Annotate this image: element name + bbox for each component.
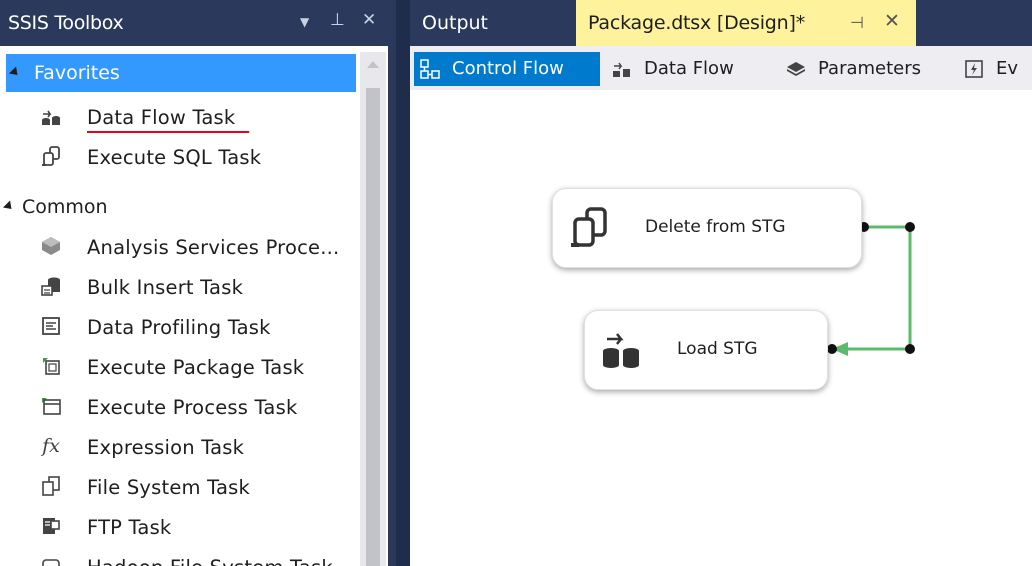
bulk-insert-icon [40,275,62,297]
connector-dot [827,344,837,354]
group-label: Common [22,196,108,218]
group-favorites[interactable]: Favorites [6,54,356,92]
toolbox-item-file-system[interactable]: File System Task [0,468,356,506]
control-flow-icon [420,59,440,79]
tab-label: Parameters [818,58,922,79]
item-label: Execute Package Task [87,356,305,379]
item-label: Data Profiling Task [87,316,271,339]
pin-icon[interactable]: ⊥ [330,10,345,30]
designer-tab-strip: Control Flow Data Flow Parameters Ev [410,46,1032,90]
expanded-triangle-icon[interactable] [2,200,16,213]
toolbox-item-analysis-services[interactable]: Analysis Services Proce... [0,228,356,266]
execute-package-icon [40,355,62,377]
toolbox-item-data-flow-task[interactable]: Data Flow Task [0,98,356,136]
item-label: Expression Task [87,436,245,459]
execute-sql-task-icon [567,205,611,249]
ftp-icon [40,515,62,537]
toolbox-item-execute-package[interactable]: Execute Package Task [0,348,356,386]
connector-dot [905,222,915,232]
toolbox-item-hadoop-file-system[interactable]: Hadoop File System Task [0,548,356,566]
toolbox-header: SSIS Toolbox ▼ ⊥ ✕ [0,0,388,46]
toolbox-item-expression[interactable]: fx Expression Task [0,428,356,466]
tab-event-handlers[interactable]: Ev [958,52,1032,86]
pin-tab-icon[interactable]: ⊣ [850,13,864,32]
data-flow-task-icon [599,327,643,371]
execute-process-icon [40,395,62,417]
close-icon[interactable]: ✕ [362,10,376,30]
group-common[interactable]: Common [0,188,356,226]
red-underline [87,131,249,133]
data-flow-task-icon [40,105,62,127]
scrollbar-thumb[interactable] [366,88,380,566]
panel-splitter[interactable] [396,0,410,566]
tab-package-design[interactable]: Package.dtsx [Design]* ⊣ ✕ [576,0,916,46]
tab-data-flow[interactable]: Data Flow [606,52,756,86]
parameters-icon [786,59,806,79]
tab-parameters[interactable]: Parameters [780,52,950,86]
tab-label: Ev [996,58,1019,79]
dropdown-icon[interactable]: ▼ [300,15,309,29]
tab-label: Data Flow [644,58,734,79]
toolbox-list: Favorites Data Flow Task Execute SQL Tas… [0,46,388,566]
control-flow-canvas[interactable]: Delete from STG Load STG [410,90,1032,566]
tab-control-flow[interactable]: Control Flow [414,52,600,86]
file-system-icon [40,475,62,497]
expanded-triangle-icon[interactable] [8,66,22,79]
item-label: Execute SQL Task [87,146,262,169]
tab-label: Control Flow [452,58,564,79]
tab-label: Package.dtsx [Design]* [588,12,806,34]
toolbox-item-execute-process[interactable]: Execute Process Task [0,388,356,426]
ssis-toolbox-panel: SSIS Toolbox ▼ ⊥ ✕ Favorites Data Flow T… [0,0,388,566]
item-label: Analysis Services Proce... [87,236,340,259]
item-label: FTP Task [87,516,172,539]
close-tab-icon[interactable]: ✕ [884,10,900,32]
tab-output[interactable]: Output [410,0,500,46]
task-delete-from-stg[interactable]: Delete from STG [552,188,862,268]
expression-icon: fx [42,435,60,457]
group-label: Favorites [34,62,120,84]
toolbox-item-execute-sql-task[interactable]: Execute SQL Task [0,138,356,176]
event-handlers-icon [964,59,984,79]
task-load-stg[interactable]: Load STG [584,310,828,390]
hadoop-icon [40,555,62,566]
document-tab-bar: Output Package.dtsx [Design]* ⊣ ✕ [396,0,1032,46]
designer-document: Output Package.dtsx [Design]* ⊣ ✕ Contro… [396,0,1032,566]
data-profiling-icon [40,315,62,337]
toolbox-item-data-profiling[interactable]: Data Profiling Task [0,308,356,346]
data-flow-icon [612,59,632,79]
scroll-up-icon[interactable] [367,61,379,68]
item-label: Bulk Insert Task [87,276,244,299]
tab-label: Output [422,12,488,34]
analysis-services-icon [40,235,62,257]
task-label: Delete from STG [645,217,786,237]
execute-sql-task-icon [40,145,62,167]
toolbox-item-ftp[interactable]: FTP Task [0,508,356,546]
connector-dot [905,344,915,354]
toolbox-scrollbar[interactable] [360,52,386,566]
toolbox-item-bulk-insert[interactable]: Bulk Insert Task [0,268,356,306]
item-label: Execute Process Task [87,396,298,419]
item-label: Data Flow Task [87,106,236,129]
toolbox-title: SSIS Toolbox [8,12,124,34]
item-label: Hadoop File System Task [87,556,333,566]
item-label: File System Task [87,476,251,499]
task-label: Load STG [677,339,758,359]
